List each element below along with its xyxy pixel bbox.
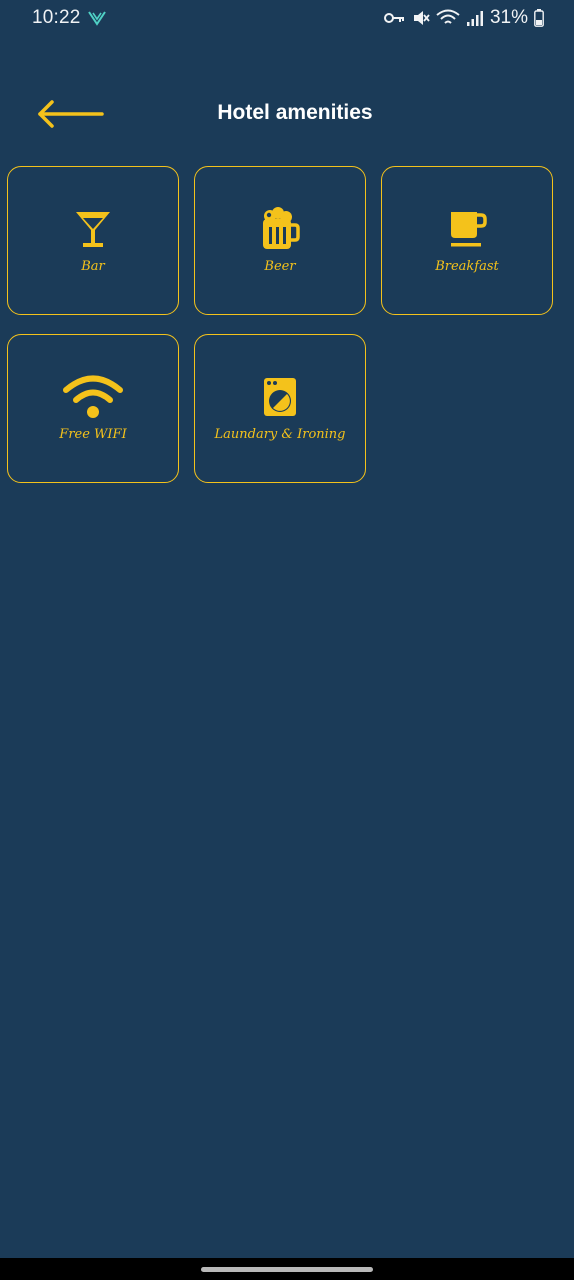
status-bar: 10:22 31% — [0, 0, 574, 36]
amenity-card-laundry[interactable]: Laundary & Ironing — [194, 334, 366, 483]
system-nav-bar — [0, 1258, 574, 1280]
martini-glass-icon — [74, 207, 112, 251]
amenity-label: Beer — [264, 259, 296, 274]
beer-mug-icon — [260, 207, 300, 251]
wifi-status-icon — [436, 9, 460, 27]
amenity-label: Laundary & Ironing — [214, 427, 346, 442]
status-right: 31% — [383, 7, 544, 29]
amenities-grid: Bar Beer Breakfast Free WIFI Laundary & … — [7, 166, 555, 483]
signal-icon — [466, 10, 484, 26]
battery-icon — [534, 9, 544, 27]
amenity-label: Bar — [81, 259, 105, 274]
wifi-icon — [63, 375, 123, 419]
app-header: Hotel amenities — [0, 84, 574, 144]
status-left: 10:22 — [32, 7, 107, 29]
amenity-card-breakfast[interactable]: Breakfast — [381, 166, 553, 315]
coffee-cup-icon — [447, 207, 487, 251]
amenity-label: Free WIFI — [59, 427, 127, 442]
mute-icon — [412, 9, 430, 27]
battery-percent: 31% — [489, 7, 528, 28]
page-title: Hotel amenities — [217, 101, 373, 124]
amenity-card-wifi[interactable]: Free WIFI — [7, 334, 179, 483]
amenity-label: Breakfast — [435, 259, 499, 274]
amenity-card-bar[interactable]: Bar — [7, 166, 179, 315]
washing-machine-icon — [263, 375, 297, 419]
status-time: 10:22 — [32, 7, 81, 28]
home-indicator[interactable] — [201, 1266, 373, 1272]
vpn-key-icon — [383, 12, 406, 24]
app-notification-icon — [87, 10, 107, 26]
amenity-card-beer[interactable]: Beer — [194, 166, 366, 315]
